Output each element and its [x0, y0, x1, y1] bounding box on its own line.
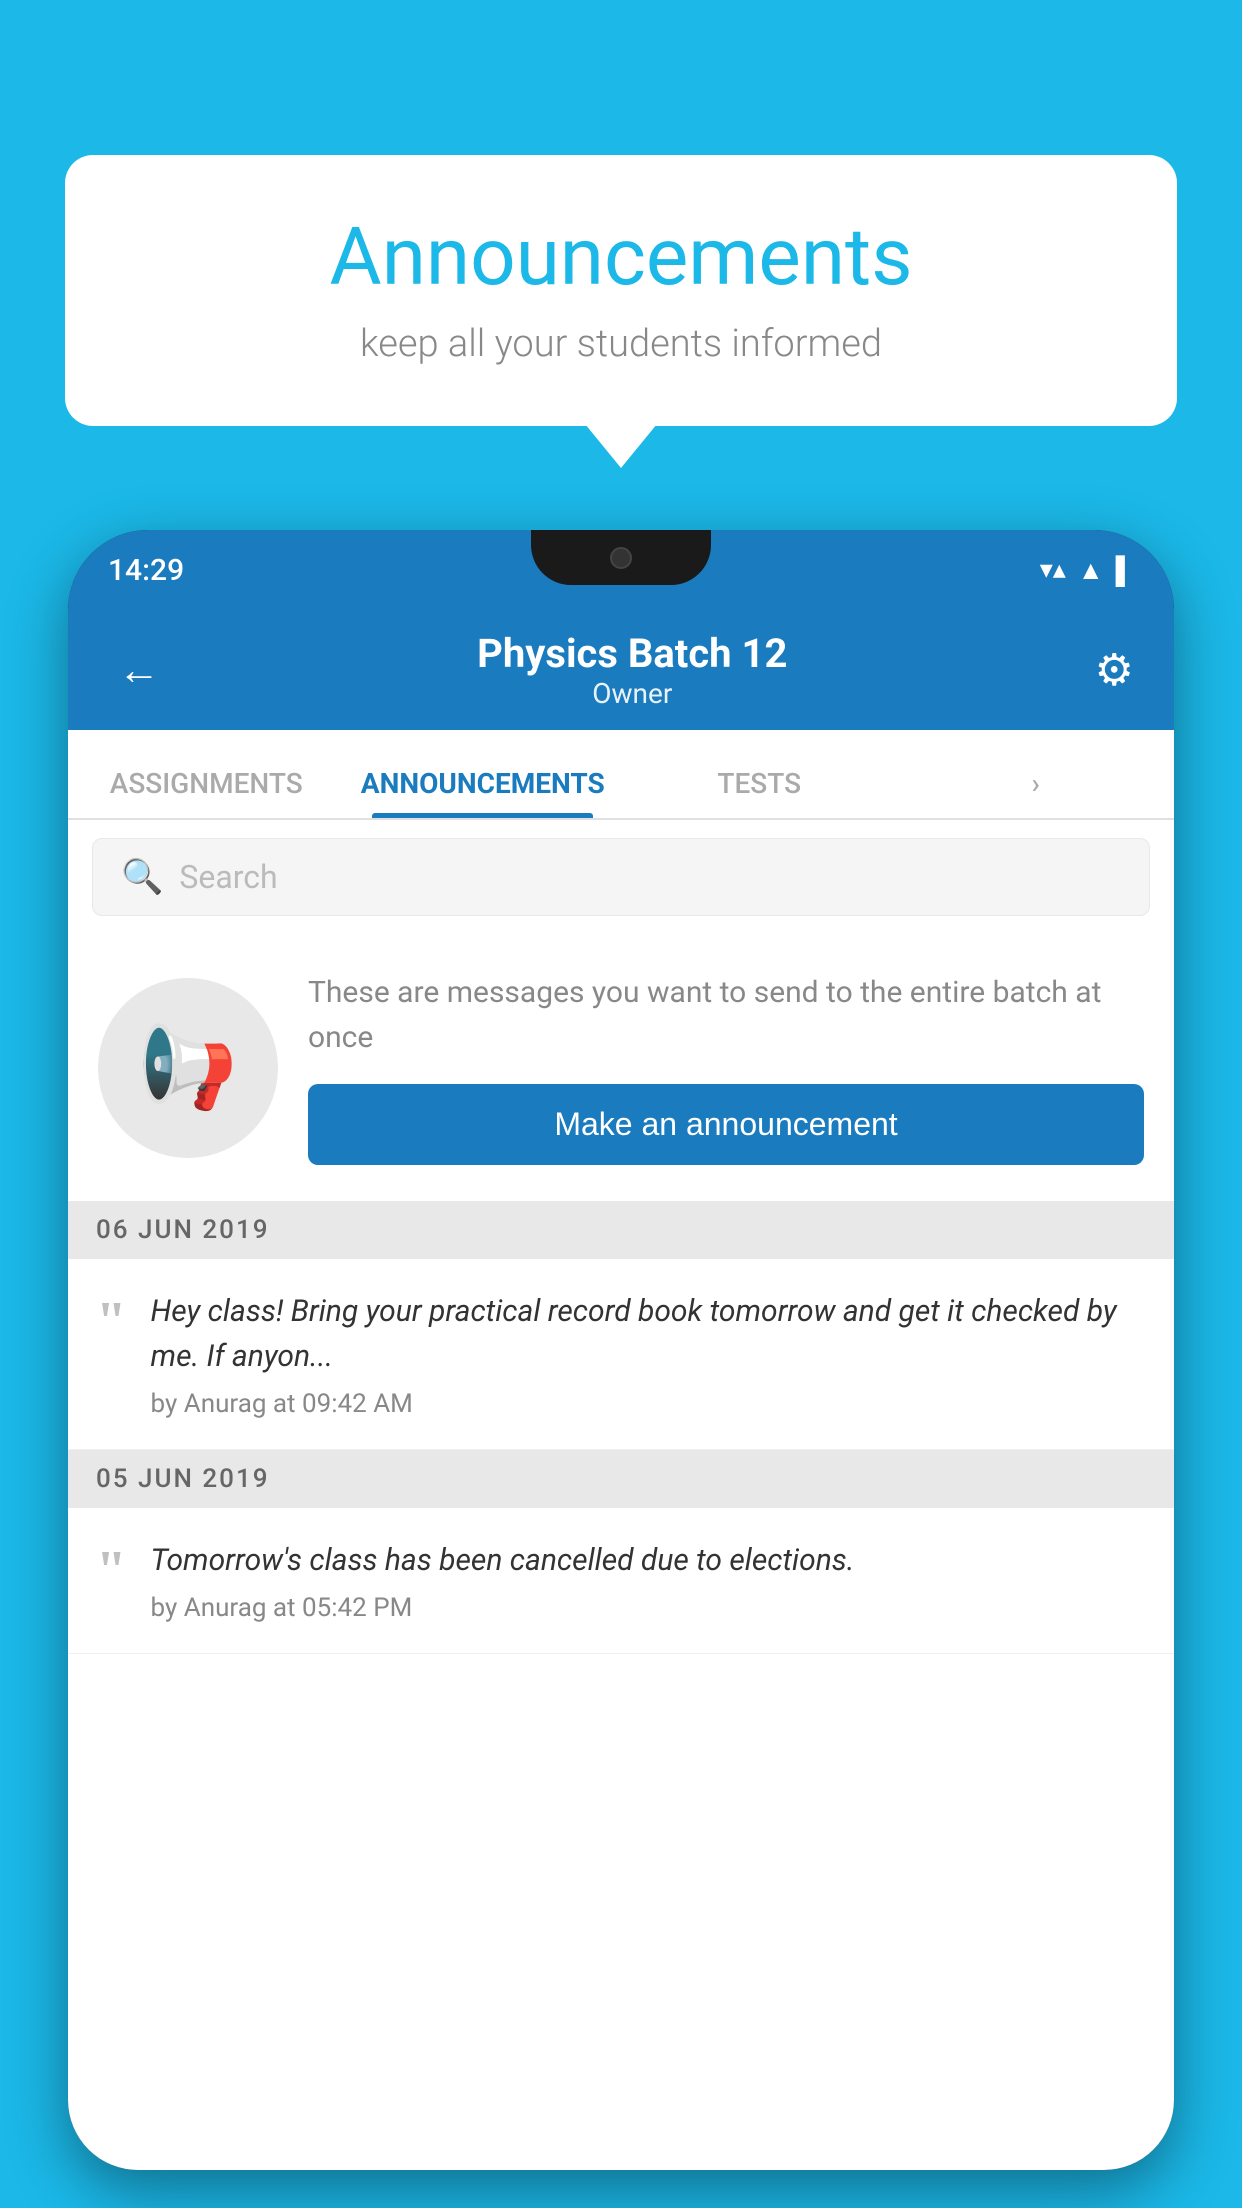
bubble-subtitle: keep all your students informed	[125, 322, 1117, 366]
tab-tests[interactable]: TESTS	[621, 728, 898, 818]
header-title: Physics Batch 12	[477, 630, 787, 677]
settings-icon[interactable]: ⚙	[1095, 644, 1134, 696]
search-icon: 🔍	[121, 857, 163, 897]
tabs-container: ASSIGNMENTS ANNOUNCEMENTS TESTS ›	[68, 730, 1174, 820]
prompt-right: These are messages you want to send to t…	[308, 970, 1144, 1165]
phone-frame: 14:29 ▾▴ ▲ ▌ ← Physics Batch 12 Owner ⚙	[68, 530, 1174, 2170]
date-separator-1: 06 JUN 2019	[68, 1201, 1174, 1259]
quote-icon-1: "	[96, 1293, 127, 1348]
search-container: 🔍 Search	[68, 820, 1174, 934]
announcement-text-2: Tomorrow's class has been cancelled due …	[151, 1538, 1146, 1583]
announcement-item-2[interactable]: " Tomorrow's class has been cancelled du…	[68, 1508, 1174, 1654]
announcement-item-1[interactable]: " Hey class! Bring your practical record…	[68, 1259, 1174, 1450]
announcement-content-1: Hey class! Bring your practical record b…	[151, 1289, 1146, 1419]
status-bar: 14:29 ▾▴ ▲ ▌	[68, 530, 1174, 610]
megaphone-icon: 📢	[138, 1021, 238, 1115]
search-bar[interactable]: 🔍 Search	[92, 838, 1150, 916]
signal-icon: ▲	[1078, 555, 1104, 586]
tab-announcements[interactable]: ANNOUNCEMENTS	[345, 728, 622, 818]
announcement-content-2: Tomorrow's class has been cancelled due …	[151, 1538, 1146, 1623]
header-subtitle: Owner	[477, 677, 787, 710]
announcement-meta-1: by Anurag at 09:42 AM	[151, 1389, 1146, 1419]
announcement-prompt: 📢 These are messages you want to send to…	[68, 934, 1174, 1201]
announcement-text-1: Hey class! Bring your practical record b…	[151, 1289, 1146, 1379]
back-button[interactable]: ←	[108, 636, 170, 705]
app-header: ← Physics Batch 12 Owner ⚙	[68, 610, 1174, 730]
phone-screen: ← Physics Batch 12 Owner ⚙ ASSIGNMENTS A…	[68, 610, 1174, 2170]
notch	[531, 530, 711, 585]
speech-bubble: Announcements keep all your students inf…	[65, 155, 1177, 426]
announcement-meta-2: by Anurag at 05:42 PM	[151, 1593, 1146, 1623]
status-icons: ▾▴ ▲ ▌	[1040, 555, 1134, 586]
battery-icon: ▌	[1116, 555, 1134, 586]
bubble-title: Announcements	[125, 210, 1117, 304]
header-title-group: Physics Batch 12 Owner	[477, 630, 787, 710]
wifi-icon: ▾▴	[1040, 555, 1066, 585]
tab-assignments[interactable]: ASSIGNMENTS	[68, 728, 345, 818]
date-separator-2: 05 JUN 2019	[68, 1450, 1174, 1508]
speech-bubble-section: Announcements keep all your students inf…	[65, 155, 1177, 426]
quote-icon-2: "	[96, 1542, 127, 1597]
search-placeholder: Search	[179, 858, 277, 896]
make-announcement-button[interactable]: Make an announcement	[308, 1084, 1144, 1165]
status-time: 14:29	[108, 553, 184, 588]
phone-container: 14:29 ▾▴ ▲ ▌ ← Physics Batch 12 Owner ⚙	[68, 530, 1174, 2208]
megaphone-circle: 📢	[98, 978, 278, 1158]
notch-camera	[610, 547, 632, 569]
tab-more[interactable]: ›	[898, 728, 1175, 818]
prompt-description: These are messages you want to send to t…	[308, 970, 1144, 1060]
